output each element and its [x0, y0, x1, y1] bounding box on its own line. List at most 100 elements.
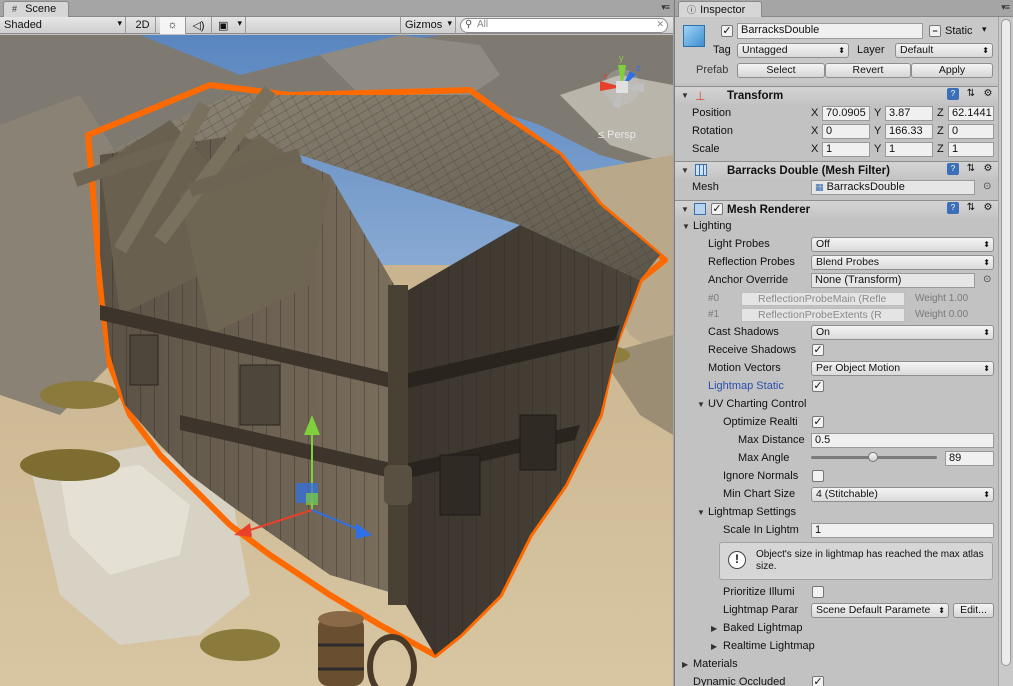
optimize-checkbox[interactable]: ✓ [812, 416, 824, 428]
lightmap-params-dropdown[interactable]: Scene Default Paramete [811, 603, 949, 618]
rotation-z-field[interactable]: 0 [948, 124, 994, 139]
effects-dropdown[interactable]: ▣ [214, 17, 246, 34]
position-label: Position [692, 107, 732, 119]
light-probes-dropdown[interactable]: Off [811, 237, 994, 252]
dynamic-occluded-checkbox[interactable]: ✓ [812, 676, 824, 686]
realtime-lightmap-foldout[interactable]: ▶ Realtime Lightmap [675, 638, 1013, 656]
rotation-z-value: 0 [952, 125, 959, 137]
anchor-object-picker-icon[interactable]: ⊙ [983, 274, 991, 285]
baked-lightmap-foldout-icon[interactable]: ▶ [711, 624, 717, 633]
receive-shadows-checkbox[interactable]: ✓ [812, 344, 824, 356]
prefab-revert-button[interactable]: Revert [825, 63, 911, 78]
lighting-foldout-icon[interactable]: ▼ [682, 222, 690, 231]
mesh-renderer-header[interactable]: ▼ ✓ Mesh Renderer ? ⇅ ⚙ [675, 200, 999, 218]
max-distance-field[interactable]: 0.5 [811, 433, 994, 448]
ignore-normals-checkbox[interactable] [812, 470, 824, 482]
preset-icon[interactable]: ⇅ [965, 88, 977, 100]
mesh-renderer-help-icon[interactable]: ? [947, 202, 959, 214]
inspector-scrollbar-thumb[interactable] [1001, 19, 1011, 666]
inspector-scrollbar[interactable] [998, 17, 1013, 686]
shading-mode-dropdown[interactable]: Shaded [0, 17, 126, 34]
anchor-override-field[interactable]: None (Transform) [811, 273, 975, 288]
lightmap-settings-foldout[interactable]: ▼ Lightmap Settings [675, 504, 1013, 522]
object-name-field[interactable]: BarracksDouble [737, 23, 923, 39]
transform-axes-icon: ⊥ [695, 89, 706, 103]
help-book-icon[interactable]: ? [947, 88, 959, 100]
mesh-filter-foldout-icon[interactable]: ▼ [681, 166, 689, 175]
anchor-override-value: None (Transform) [815, 274, 902, 286]
barrel [318, 611, 364, 686]
lighting-toggle[interactable]: ☼ [160, 17, 186, 34]
receive-shadows-row: Receive Shadows ✓ [675, 342, 1013, 360]
motion-vectors-dropdown[interactable]: Per Object Motion [811, 361, 994, 376]
rotation-x-field[interactable]: 0 [822, 124, 870, 139]
materials-foldout-icon[interactable]: ▶ [682, 660, 688, 669]
mesh-filter-help-icon[interactable]: ? [947, 163, 959, 175]
audio-toggle[interactable]: ◁) [186, 17, 212, 34]
scale-in-lightmap-field[interactable]: 1 [811, 523, 994, 538]
svg-text:y: y [619, 53, 624, 63]
mesh-object-picker-icon[interactable]: ⊙ [983, 181, 991, 192]
baked-lightmap-foldout[interactable]: ▶ Baked Lightmap [675, 620, 1013, 638]
uv-charting-foldout-icon[interactable]: ▼ [697, 400, 705, 409]
camera-mode-label[interactable]: ≤ Persp [598, 129, 636, 141]
mesh-object-field[interactable]: ▦ BarracksDouble [811, 180, 975, 195]
prioritize-checkbox[interactable] [812, 586, 824, 598]
scene-render: x y z [0, 35, 673, 686]
cast-shadows-dropdown[interactable]: On [811, 325, 994, 340]
mesh-renderer-preset-icon[interactable]: ⇅ [965, 202, 977, 214]
static-checkbox[interactable]: − [929, 25, 941, 37]
scale-x-field[interactable]: 1 [822, 142, 870, 157]
layer-dropdown[interactable]: Default [895, 43, 993, 58]
prefab-apply-button[interactable]: Apply [911, 63, 993, 78]
mesh-row: Mesh ▦ BarracksDouble ⊙ [675, 179, 1013, 197]
scale-z-field[interactable]: 1 [948, 142, 994, 157]
mesh-filter-preset-icon[interactable]: ⇅ [965, 163, 977, 175]
scene-search-input[interactable]: ⚲ All ✕ [460, 18, 668, 33]
light-probes-value: Off [816, 238, 830, 250]
uv-charting-foldout[interactable]: ▼ UV Charting Control [675, 396, 1013, 414]
reflection-probes-dropdown[interactable]: Blend Probes [811, 255, 994, 270]
active-checkbox[interactable]: ✓ [721, 25, 733, 37]
max-angle-field[interactable]: 89 [945, 451, 994, 466]
scene-viewport[interactable]: x y z ≤ Persp [0, 35, 673, 686]
mesh-filter-header[interactable]: ▼ Barracks Double (Mesh Filter) ? ⇅ ⚙ [675, 161, 999, 179]
position-z-field[interactable]: 62.1441 [948, 106, 994, 121]
tab-menu-icon[interactable]: ▾≡ [661, 2, 670, 13]
scale-x-axis: X [811, 143, 819, 155]
clear-search-icon[interactable]: ✕ [656, 19, 664, 30]
tag-dropdown[interactable]: Untagged [737, 43, 849, 58]
min-chart-size-dropdown[interactable]: 4 (Stitchable) [811, 487, 994, 502]
position-x-field[interactable]: 70.0905 [822, 106, 870, 121]
materials-foldout[interactable]: ▶ Materials [675, 656, 1013, 674]
max-angle-slider-thumb[interactable] [867, 452, 878, 462]
ignore-normals-label: Ignore Normals [723, 470, 799, 482]
max-angle-slider[interactable] [811, 452, 937, 462]
anchor-override-label: Anchor Override [708, 274, 789, 286]
inspector-tab-menu-icon[interactable]: ▾≡ [1001, 2, 1010, 13]
prefab-select-button[interactable]: Select [737, 63, 825, 78]
tag-label: Tag [713, 44, 731, 56]
transform-header[interactable]: ▼ ⊥ Transform ? ⇅ ⚙ [675, 86, 999, 104]
mesh-renderer-enabled-checkbox[interactable]: ✓ [711, 203, 723, 215]
lightmap-settings-foldout-icon[interactable]: ▼ [697, 508, 705, 517]
tab-inspector[interactable]: ⓘ Inspector [678, 1, 762, 17]
dynamic-occluded-label: Dynamic Occluded [693, 676, 786, 686]
rotation-y-field[interactable]: 166.33 [885, 124, 933, 139]
edit-lightmap-params-button[interactable]: Edit... [953, 603, 994, 618]
mesh-filter-gear-icon[interactable]: ⚙ [982, 163, 994, 175]
mesh-renderer-gear-icon[interactable]: ⚙ [982, 202, 994, 214]
gizmos-dropdown[interactable]: Gizmos [400, 17, 456, 34]
tab-scene-label: Scene [25, 3, 57, 15]
lighting-foldout[interactable]: ▼ Lighting [675, 218, 1013, 236]
realtime-lightmap-foldout-icon[interactable]: ▶ [711, 642, 717, 651]
lightmap-static-checkbox[interactable]: ✓ [812, 380, 824, 392]
static-dropdown-arrow-icon[interactable]: ▾ [982, 24, 987, 35]
gear-icon[interactable]: ⚙ [982, 88, 994, 100]
transform-foldout-icon[interactable]: ▼ [681, 91, 689, 100]
tab-scene[interactable]: # Scene [3, 1, 69, 17]
scale-y-field[interactable]: 1 [885, 142, 933, 157]
position-y-field[interactable]: 3.87 [885, 106, 933, 121]
mesh-renderer-foldout-icon[interactable]: ▼ [681, 205, 689, 214]
mode-2d-button[interactable]: 2D [130, 17, 156, 34]
